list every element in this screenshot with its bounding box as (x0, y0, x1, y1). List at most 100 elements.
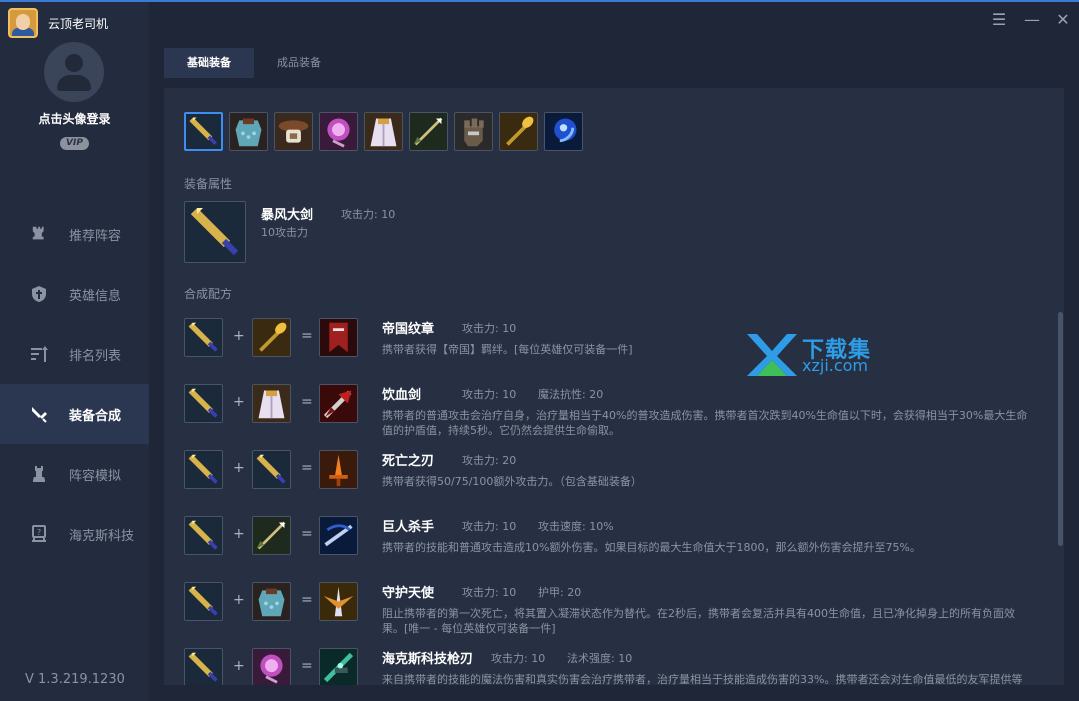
sidebar-item-rankings[interactable]: 排名列表 (0, 324, 149, 384)
recipe-desc: 携带者获得50/75/100额外攻击力。（包含基础装备） (382, 475, 642, 488)
recipe-component-a-icon[interactable] (184, 516, 223, 555)
recipe-result-icon[interactable] (319, 648, 358, 685)
recipe-desc: 携带者获得【帝国】羁绊。[每位英雄仅可装备一件] (382, 343, 633, 356)
recipe-result-icon[interactable] (319, 516, 358, 555)
recipe-row: + = 死亡之刃 攻击力: 20 携带者获得50/75/100额外攻击力。（包含… (184, 448, 1044, 514)
equals-icon: = (301, 460, 313, 476)
sidebar-item-label: 阵容模拟 (69, 468, 122, 484)
recipe-component-b-icon[interactable] (252, 450, 291, 489)
recipe-stat-2: 法术强度: 10 (567, 652, 633, 665)
recipe-list: + = 帝国纹章 攻击力: 10 携带者获得【帝国】羁绊。[每位英雄仅可装备一件… (184, 316, 1044, 685)
hextech-icon: ? (30, 525, 48, 543)
svg-text:?: ? (37, 528, 41, 537)
recipe-stat-2: 护甲: 20 (538, 586, 582, 599)
sidebar-item-hextech[interactable]: ? 海克斯科技 (0, 504, 149, 564)
recipe-component-b-icon[interactable] (252, 648, 291, 685)
item-chain-vest[interactable] (229, 112, 268, 151)
scrollbar[interactable] (1058, 312, 1063, 546)
recipe-stat-2: 魔法抗性: 20 (538, 388, 604, 401)
equals-icon: = (301, 328, 313, 344)
equals-icon: = (301, 526, 313, 542)
app-window: 云顶老司机 点击头像登录 VIP 推荐阵容 英雄信息 排名列表 装备合成 阵容模… (0, 0, 1079, 701)
app-title: 云顶老司机 (48, 16, 109, 31)
watermark: 下载集 xzji.com (745, 332, 895, 378)
plus-icon: + (233, 460, 245, 476)
sidebar-nav: 推荐阵容 英雄信息 排名列表 装备合成 阵容模拟 ? 海克斯科技 (0, 204, 149, 564)
watermark-en: xzji.com (802, 356, 869, 375)
sidebar: 云顶老司机 点击头像登录 VIP 推荐阵容 英雄信息 排名列表 装备合成 阵容模… (0, 2, 149, 701)
recipe-row: + = 巨人杀手 攻击力: 10 攻击速度: 10% 携带者的技能和普通攻击造成… (184, 514, 1044, 580)
recipe-component-b-icon[interactable] (252, 582, 291, 621)
ranking-icon (30, 345, 48, 363)
item-gloves[interactable] (454, 112, 493, 151)
plus-icon: + (233, 658, 245, 674)
recipe-component-a-icon[interactable] (184, 384, 223, 423)
sidebar-item-label: 装备合成 (69, 408, 122, 424)
recipe-stat-1: 攻击力: 10 (491, 652, 546, 665)
recipe-row: + = 饮血剑 攻击力: 10 魔法抗性: 20 携带者的普通攻击会治疗自身，治… (184, 382, 1044, 448)
recipe-result-name: 死亡之刃 (382, 454, 435, 469)
item-rod[interactable] (544, 112, 583, 151)
recipe-component-b-icon[interactable] (252, 384, 291, 423)
sidebar-item-label: 排名列表 (69, 348, 122, 364)
tab-bar: 基础装备 成品装备 (164, 48, 344, 78)
item-sword[interactable] (184, 112, 223, 151)
recipe-component-a-icon[interactable] (184, 450, 223, 489)
tab-basic-items[interactable]: 基础装备 (164, 48, 254, 78)
recipe-result-name: 守护天使 (382, 586, 435, 601)
recipe-stat-2: 攻击速度: 10% (538, 520, 614, 533)
recipe-result-name: 帝国纹章 (382, 322, 435, 337)
item-spatula[interactable] (499, 112, 538, 151)
recipe-desc: 阻止携带者的第一次死亡，将其置入凝滞状态作为替代。在2秒后，携带者会复活并具有4… (382, 607, 1015, 635)
login-prompt[interactable]: 点击头像登录 (0, 110, 149, 127)
selected-item-stat: 攻击力: 10 (341, 208, 396, 221)
recipe-result-icon[interactable] (319, 384, 358, 423)
recipe-desc: 来自携带者的技能的魔法伤害和真实伤害会治疗携带者，治疗量相当于技能造成伤害的33… (382, 673, 1023, 685)
watermark-logo-icon (747, 334, 797, 376)
recipe-stat-1: 攻击力: 10 (462, 520, 517, 533)
user-avatar[interactable] (44, 42, 104, 102)
item-cloak[interactable] (364, 112, 403, 151)
recipe-component-a-icon[interactable] (184, 582, 223, 621)
content-panel: 装备属性 暴风大剑 攻击力: 10 10攻击力 合成配方 + = 帝国纹章 攻击… (164, 88, 1064, 685)
sword-icon (30, 405, 48, 423)
minimize-icon[interactable]: — (1024, 12, 1040, 28)
recipe-stat-1: 攻击力: 10 (462, 322, 517, 335)
plus-icon: + (233, 526, 245, 542)
sidebar-item-hero-info[interactable]: 英雄信息 (0, 264, 149, 324)
sidebar-item-recommended-lineups[interactable]: 推荐阵容 (0, 204, 149, 264)
selected-item-name: 暴风大剑 (261, 208, 314, 223)
sidebar-item-lineup-simulator[interactable]: 阵容模拟 (0, 444, 149, 504)
sidebar-item-label: 英雄信息 (69, 288, 122, 304)
recipe-component-a-icon[interactable] (184, 318, 223, 357)
chess-rook-icon (30, 225, 48, 243)
item-tear[interactable] (319, 112, 358, 151)
recipe-result-name: 巨人杀手 (382, 520, 435, 535)
equals-icon: = (301, 658, 313, 674)
brand: 云顶老司机 (8, 8, 108, 38)
tab-finished-items[interactable]: 成品装备 (254, 48, 344, 78)
close-icon[interactable]: ✕ (1055, 12, 1071, 28)
plus-icon: + (233, 394, 245, 410)
recipe-component-b-icon[interactable] (252, 318, 291, 357)
equals-icon: = (301, 592, 313, 608)
app-logo (8, 8, 38, 38)
recipe-result-name: 海克斯科技枪刃 (382, 652, 474, 667)
recipe-desc: 携带者的普通攻击会治疗自身，治疗量相当于40%的普攻造成伤害。携带者首次跌到40… (382, 409, 1028, 437)
item-bow[interactable] (409, 112, 448, 151)
recipe-stat-1: 攻击力: 10 (462, 388, 517, 401)
vip-badge: VIP (60, 137, 89, 150)
recipe-result-icon[interactable] (319, 318, 358, 357)
menu-icon[interactable]: ☰ (991, 12, 1007, 28)
sidebar-item-item-crafting[interactable]: 装备合成 (0, 384, 149, 444)
item-belt[interactable] (274, 112, 313, 151)
selected-item-desc: 10攻击力 (261, 226, 308, 239)
recipe-component-a-icon[interactable] (184, 648, 223, 685)
recipe-result-name: 饮血剑 (382, 388, 422, 403)
recipe-component-b-icon[interactable] (252, 516, 291, 555)
sidebar-item-label: 推荐阵容 (69, 228, 122, 244)
recipe-result-icon[interactable] (319, 450, 358, 489)
recipe-result-icon[interactable] (319, 582, 358, 621)
basic-item-strip (184, 112, 589, 151)
equals-icon: = (301, 394, 313, 410)
